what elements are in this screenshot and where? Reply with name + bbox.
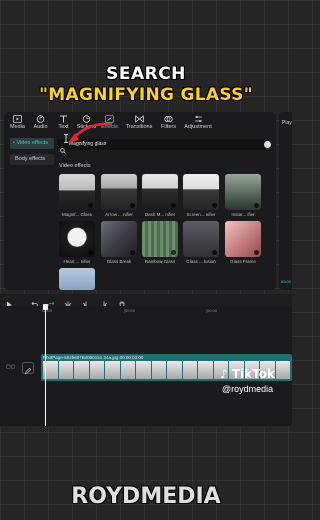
- effect-card[interactable]: Glass Break: [101, 221, 137, 264]
- tiktok-handle: @roydmedia: [222, 384, 274, 394]
- effect-thumbnail: [225, 174, 261, 210]
- transitions-icon: [134, 115, 144, 123]
- media-icon: [13, 115, 22, 123]
- tab-audio[interactable]: Audio: [29, 112, 52, 134]
- effect-thumbnail: [225, 221, 261, 257]
- track-edit-icon[interactable]: [22, 362, 34, 375]
- download-icon[interactable]: [130, 250, 135, 255]
- tab-adjustment[interactable]: Adjustment: [180, 112, 216, 134]
- effect-thumbnail: [101, 221, 137, 257]
- effect-card[interactable]: Glass Frame: [225, 221, 261, 264]
- download-icon[interactable]: [254, 250, 259, 255]
- effect-card[interactable]: [59, 268, 95, 292]
- effect-card[interactable]: Glass ... lusion: [183, 221, 219, 264]
- ruler-tick: |00:00: [124, 308, 136, 313]
- audio-icon: [36, 115, 45, 123]
- player-time: 00:00: [281, 279, 292, 284]
- download-icon[interactable]: [212, 250, 217, 255]
- effect-name: Instar... ifier: [231, 212, 255, 217]
- effects-sidebar: • Video effects Body effects: [10, 138, 54, 170]
- tab-label: Audio: [33, 124, 48, 130]
- sidebar-item-video-effects[interactable]: • Video effects: [10, 138, 54, 149]
- tab-filters[interactable]: Filters: [157, 112, 180, 134]
- effect-card[interactable]: Dash M... nifier: [142, 174, 178, 217]
- download-icon[interactable]: [88, 203, 93, 208]
- download-icon[interactable]: [88, 250, 93, 255]
- tab-label: Filters: [161, 124, 176, 130]
- download-icon[interactable]: [171, 203, 176, 208]
- ruler-tick: |00:00: [206, 308, 218, 313]
- effect-name: Heart ... nifier: [63, 259, 91, 264]
- headline-line1: SEARCH: [106, 64, 186, 84]
- text-cursor-icon: [64, 134, 68, 143]
- download-icon[interactable]: [171, 250, 176, 255]
- effect-name: Screen... nifier: [186, 212, 216, 217]
- tab-label: Transitions: [125, 124, 153, 130]
- effect-name: Glass Frame: [230, 259, 256, 264]
- clip-label: PhotPage-5025607B4000151 24a.jpg 00:00:0…: [43, 355, 144, 360]
- effect-name: Magnif... Glass: [61, 212, 92, 217]
- filters-icon: [164, 115, 173, 123]
- tiktok-logo-icon: ♪ TikTok: [220, 367, 275, 381]
- playhead[interactable]: [45, 304, 46, 426]
- tab-bar: Media Audio Text Stickers Effects Transi…: [4, 112, 276, 134]
- effect-thumbnail: [59, 174, 95, 210]
- headline-line2: "MAGNIFYING GLASS": [39, 85, 253, 105]
- effect-thumbnail: [59, 221, 95, 257]
- effect-thumbnail: [59, 268, 95, 290]
- download-icon[interactable]: [254, 203, 259, 208]
- tab-transitions[interactable]: Transitions: [121, 112, 157, 134]
- effect-name: Arrow ... nifier: [105, 212, 133, 217]
- tab-label: Media: [10, 124, 25, 130]
- sidebar-item-body-effects[interactable]: Body effects: [10, 154, 54, 165]
- effect-card[interactable]: Screen... nifier: [183, 174, 219, 217]
- effect-card[interactable]: Heart ... nifier: [59, 221, 95, 264]
- effect-thumbnail: [183, 221, 219, 257]
- tiktok-watermark: ♪ TikTok @roydmedia: [220, 365, 275, 394]
- effect-thumbnail: [101, 174, 137, 210]
- track-lock-icon[interactable]: ▢▢: [6, 364, 15, 370]
- tab-label: Adjustment: [184, 124, 212, 130]
- effect-name: Glass ... lusion: [186, 259, 216, 264]
- download-icon[interactable]: [212, 203, 217, 208]
- effect-card[interactable]: Rainbow Glass: [142, 221, 178, 264]
- clear-icon[interactable]: [264, 141, 271, 148]
- tab-media[interactable]: Media: [6, 112, 29, 134]
- brand-footer: ROYDMEDIA: [71, 484, 221, 509]
- effect-card[interactable]: Arrow ... nifier: [101, 174, 137, 217]
- effect-card[interactable]: Instar... ifier: [225, 174, 261, 217]
- effect-thumbnail: [142, 174, 178, 210]
- effect-thumbnail: [142, 221, 178, 257]
- player-label: Play: [282, 120, 292, 126]
- effect-thumbnail: [183, 174, 219, 210]
- tiktok-wordmark: TikTok: [231, 367, 275, 381]
- download-icon[interactable]: [130, 203, 135, 208]
- section-title: Video effects: [59, 163, 91, 169]
- effect-card[interactable]: Magnif... Glass: [59, 174, 95, 217]
- player-panel: Play 00:00: [279, 112, 292, 290]
- adjustment-icon: [194, 115, 203, 123]
- pointer-arrow-icon: [68, 122, 113, 143]
- effect-name: Dash M... nifier: [144, 212, 176, 217]
- effect-name: Rainbow Glass: [144, 259, 176, 264]
- effect-name: Glass Break: [106, 259, 132, 264]
